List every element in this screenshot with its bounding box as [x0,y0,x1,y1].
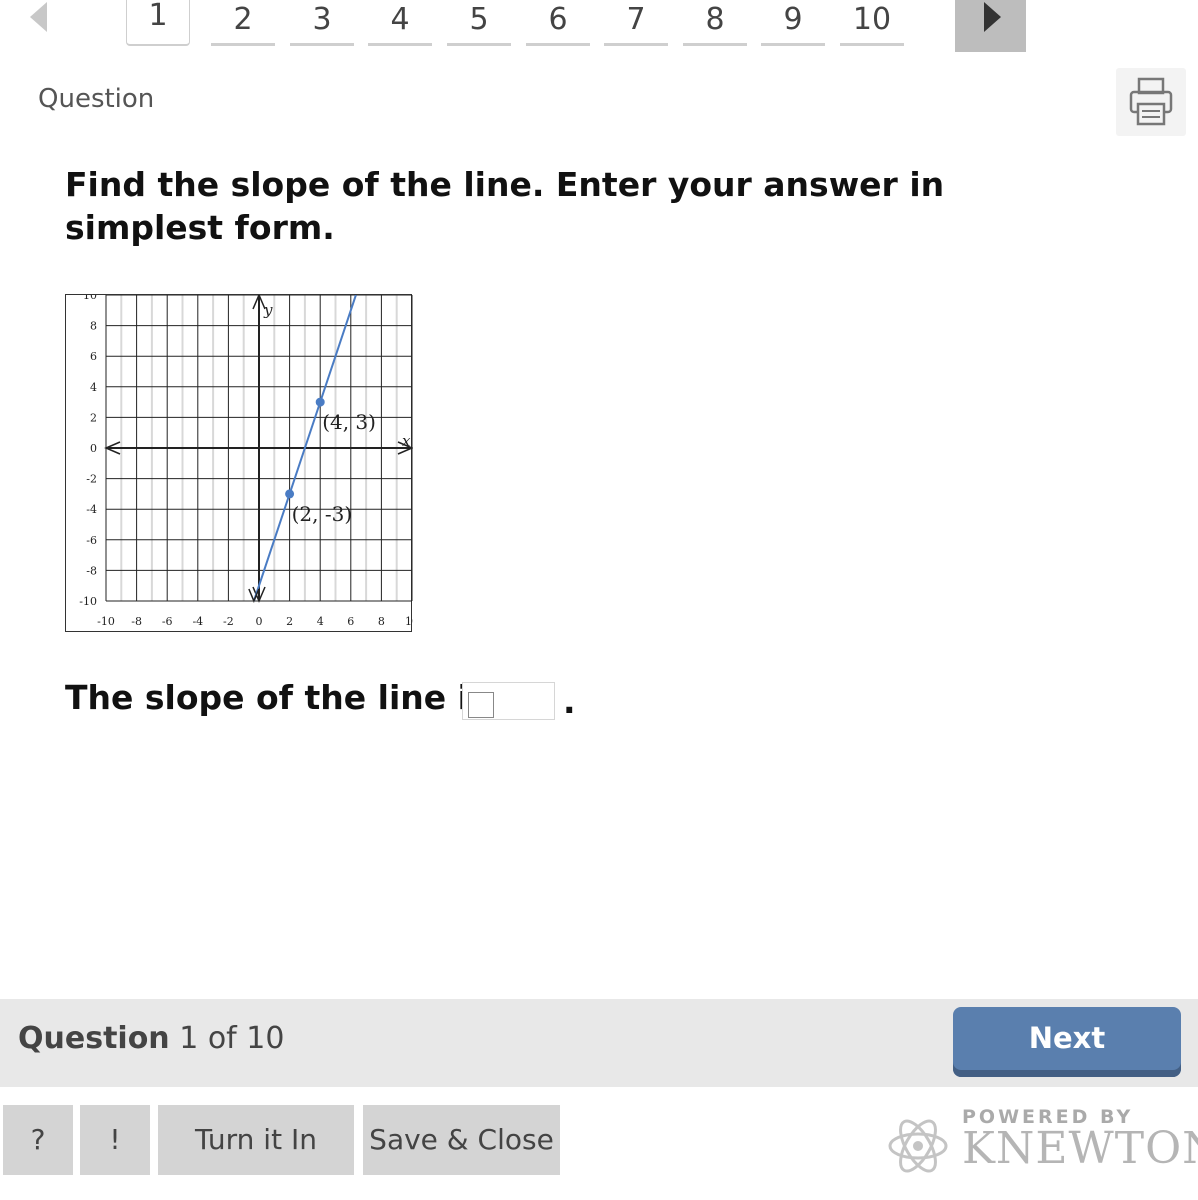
question-counter-word: Question [18,1021,170,1056]
next-page-button[interactable] [955,0,1026,52]
question-counter-value: 1 of 10 [179,1021,285,1056]
y-tick-label: -6 [86,534,97,547]
y-tick-label: 2 [90,411,97,424]
point-label: (2, -3) [292,502,353,526]
y-tick-label: -10 [79,595,97,608]
question-prompt: Find the slope of the line. Enter your a… [65,165,945,247]
fraction-placeholder-icon [468,692,494,718]
alert-button[interactable]: ! [80,1105,150,1175]
y-tick-label: 4 [90,381,97,394]
x-tick-label: 0 [256,615,263,628]
save-close-button[interactable]: Save & Close [363,1105,560,1175]
y-tick-label: 6 [90,350,97,363]
y-tick-label: 10 [83,295,97,302]
x-tick-label: 10 [405,615,413,628]
question-counter: Question 1 of 10 [18,1021,284,1056]
page-2-tab[interactable]: 2 [211,0,275,46]
slope-answer-input[interactable] [462,682,555,720]
x-tick-label: 8 [378,615,385,628]
printer-icon [1129,77,1173,126]
help-button[interactable]: ? [3,1105,73,1175]
y-axis-label: y [263,301,273,319]
x-axis-label: x [402,432,411,450]
x-tick-label: 6 [347,615,354,628]
page-8-tab[interactable]: 8 [683,0,747,46]
question-status-bar: Question 1 of 10 Next Question [0,999,1198,1117]
page-1-tab[interactable]: 1 [126,0,190,46]
page-5-tab[interactable]: 5 [447,0,511,46]
answer-prompt: The slope of the line is [65,678,489,717]
play-right-icon [984,2,1001,32]
page-9-tab[interactable]: 9 [761,0,825,46]
x-tick-label: -6 [162,615,173,628]
x-tick-label: -10 [97,615,115,628]
brand-name: KNEWTON [962,1123,1198,1174]
page-4-tab[interactable]: 4 [368,0,432,46]
point-label: (4, 3) [322,410,376,434]
page-3-tab[interactable]: 3 [290,0,354,46]
page-10-tab[interactable]: 10 [840,0,904,46]
knewton-atom-logo [888,1119,948,1173]
answer-period: . [563,682,576,721]
plotted-point [315,397,325,407]
plotted-point [285,489,295,499]
graph-canvas: x y -10 -8 -6 -4 -2 0 2 4 6 8 10 10 8 6 4 2 0 -2 -4 -6 -8 -10 (4… [79,295,413,628]
y-tick-label: -4 [86,503,97,516]
x-tick-label: 2 [286,615,293,628]
y-tick-label: 8 [90,320,97,333]
section-label: Question [38,84,155,114]
y-tick-label: 0 [90,442,97,455]
coordinate-graph: x y -10 -8 -6 -4 -2 0 2 4 6 8 10 10 8 6 4 2 0 -2 -4 -6 -8 -10 (4… [65,294,413,632]
previous-page-button[interactable] [22,0,52,36]
x-tick-label: 4 [317,615,324,628]
y-tick-label: -2 [86,473,97,486]
chevron-left-icon [30,2,47,32]
next-question-button[interactable]: Next Question [953,1007,1181,1117]
print-button[interactable] [1116,68,1186,136]
x-tick-label: -2 [223,615,234,628]
page-6-tab[interactable]: 6 [526,0,590,46]
x-tick-label: -8 [131,615,142,628]
x-tick-label: -4 [192,615,203,628]
page-7-tab[interactable]: 7 [604,0,668,46]
y-tick-label: -8 [86,564,97,577]
turn-it-in-button[interactable]: Turn it In [158,1105,354,1175]
